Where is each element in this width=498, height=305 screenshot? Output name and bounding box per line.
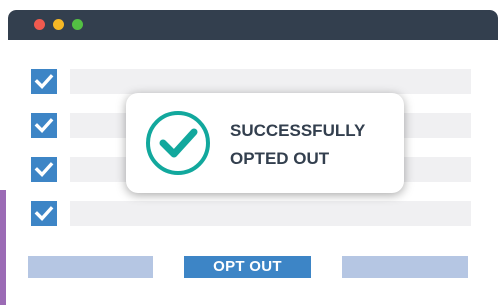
- toast-line-1: SUCCESSFULLY: [230, 121, 366, 140]
- minimize-window-dot[interactable]: [53, 19, 64, 30]
- check-circle-icon: [146, 111, 210, 175]
- checkbox-row-4[interactable]: [31, 201, 57, 226]
- footer-placeholder-left: [28, 256, 153, 278]
- close-window-dot[interactable]: [34, 19, 45, 30]
- toast-message: SUCCESSFULLY OPTED OUT: [230, 117, 400, 173]
- window-titlebar: [8, 10, 498, 40]
- checkmark-icon: [34, 74, 54, 89]
- checkmark-icon: [34, 162, 54, 177]
- checkmark-icon: [34, 118, 54, 133]
- checkbox-row-2[interactable]: [31, 113, 57, 138]
- side-accent-strip: [0, 190, 6, 305]
- checkmark-icon: [34, 206, 54, 221]
- stage: OPT OUT SUCCESSFULLY OPTED OUT: [0, 0, 498, 305]
- maximize-window-dot[interactable]: [72, 19, 83, 30]
- success-toast: SUCCESSFULLY OPTED OUT: [126, 93, 404, 193]
- toast-line-2: OPTED OUT: [230, 149, 330, 168]
- checkbox-row-3[interactable]: [31, 157, 57, 182]
- placeholder-bar-row-1: [70, 69, 471, 94]
- footer-placeholder-right: [342, 256, 468, 278]
- placeholder-bar-row-4: [70, 201, 471, 226]
- checkbox-row-1[interactable]: [31, 69, 57, 94]
- opt-out-button[interactable]: OPT OUT: [184, 256, 311, 278]
